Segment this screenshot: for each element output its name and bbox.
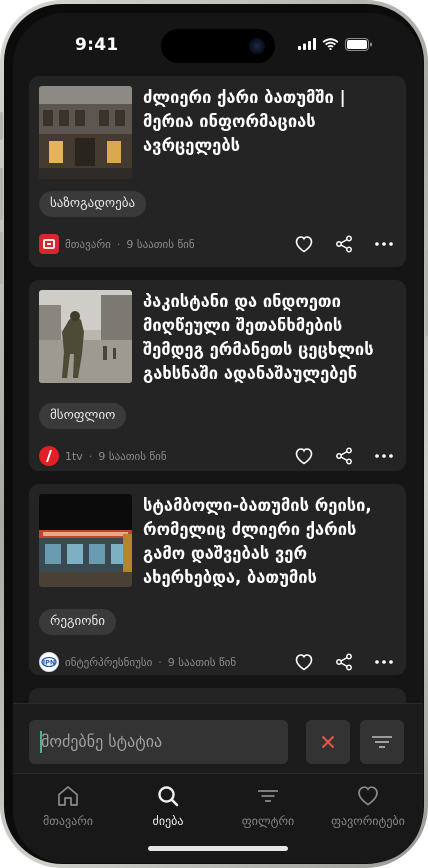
category-chip[interactable]: მსოფლიო [39, 403, 127, 429]
article-source[interactable]: 1tv · 9 საათის წინ [39, 446, 167, 466]
time-ago: 9 საათის წინ [98, 449, 167, 463]
share-icon [336, 235, 352, 253]
share-button[interactable] [334, 446, 354, 466]
share-button[interactable] [334, 652, 354, 672]
article-source[interactable]: IPN ინტერპრესნიუსი · 9 საათის წინ [39, 652, 236, 672]
more-button[interactable] [374, 446, 394, 466]
search-input[interactable]: მოძებნე სტატია [29, 720, 288, 764]
tab-label: ფილტრი [241, 814, 295, 828]
tab-home[interactable]: მთავარი [18, 784, 118, 828]
more-icon [375, 242, 393, 246]
tab-search[interactable]: ძიება [118, 784, 218, 828]
time-ago: 9 საათის წინ [167, 655, 237, 669]
sort-filter-button[interactable] [360, 720, 404, 764]
source-logo-icon: IPN [39, 652, 59, 672]
more-button[interactable] [374, 652, 394, 672]
search-bar: მოძებნე სტატია [13, 703, 423, 773]
share-icon [336, 653, 352, 671]
tab-label: ფავორიტები [331, 814, 405, 828]
article-title[interactable]: პაკისტანი და ინდოეთი მიღწეული შეთანხმები… [143, 290, 393, 386]
favorite-button[interactable] [294, 446, 314, 466]
heart-icon [295, 448, 313, 465]
tab-label: ძიება [152, 814, 184, 828]
wifi-icon [322, 38, 339, 50]
article-actions [294, 234, 394, 254]
screen: 9:41 ძლიერი ქარი ბათუმში | მერია ინფორმა… [13, 13, 423, 863]
airport-photo-image [39, 494, 132, 587]
camera-icon [249, 38, 265, 54]
article-card[interactable]: ძლიერი ქარი ბათუმში | მერია ინფორმაციას … [29, 76, 406, 267]
battery-icon [345, 37, 372, 51]
article-title[interactable]: სტამბოლი-ბათუმის რეისი, რომელიც ძლიერი ქ… [143, 494, 393, 590]
share-icon [336, 447, 352, 465]
more-icon [375, 454, 393, 458]
clear-search-button[interactable] [306, 720, 350, 764]
separator-dot: · [158, 655, 162, 669]
filter-lines-icon [372, 736, 392, 748]
heart-icon [295, 236, 313, 253]
close-icon [321, 735, 335, 749]
bezel: 9:41 ძლიერი ქარი ბათუმში | მერია ინფორმა… [4, 4, 424, 864]
article-thumbnail [39, 86, 132, 179]
action-button [0, 112, 3, 140]
favorite-button[interactable] [294, 234, 314, 254]
tab-label: მთავარი [43, 814, 93, 828]
source-logo-icon [39, 446, 59, 466]
more-icon [375, 660, 393, 664]
source-name: მთავარი [65, 237, 111, 251]
volume-down-button [0, 232, 3, 284]
tab-filter[interactable]: ფილტრი [218, 784, 318, 828]
more-button[interactable] [374, 234, 394, 254]
filter-icon [258, 790, 278, 802]
heart-icon [358, 786, 378, 806]
building-photo-image [39, 86, 132, 179]
source-logo-icon [39, 234, 59, 254]
status-time: 9:41 [75, 35, 119, 55]
article-thumbnail [39, 290, 132, 383]
separator-dot: · [116, 237, 121, 251]
article-actions [294, 652, 394, 672]
article-source[interactable]: მთავარი · 9 საათის წინ [39, 234, 195, 254]
separator-dot: · [88, 449, 93, 463]
favorite-button[interactable] [294, 652, 314, 672]
volume-up-button [0, 168, 3, 220]
heart-icon [295, 654, 313, 671]
status-icons [298, 37, 373, 51]
signal-icon [298, 38, 316, 50]
share-button[interactable] [334, 234, 354, 254]
search-placeholder: მოძებნე სტატია [41, 732, 163, 751]
article-card[interactable]: პაკისტანი და ინდოეთი მიღწეული შეთანხმები… [29, 280, 406, 471]
article-title[interactable]: ძლიერი ქარი ბათუმში | მერია ინფორმაციას … [143, 86, 393, 158]
time-ago: 9 საათის წინ [126, 237, 195, 251]
source-name: 1tv [65, 449, 83, 463]
home-icon [58, 786, 78, 806]
home-indicator[interactable] [148, 846, 288, 851]
article-card[interactable]: სტამბოლი-ბათუმის რეისი, რომელიც ძლიერი ქ… [29, 484, 406, 675]
phone-frame: 9:41 ძლიერი ქარი ბათუმში | მერია ინფორმა… [0, 0, 428, 868]
source-name: ინტერპრესნიუსი [65, 655, 153, 669]
soldier-photo-image [39, 290, 132, 383]
article-thumbnail [39, 494, 132, 587]
tab-favorites[interactable]: ფავორიტები [318, 784, 418, 828]
category-chip[interactable]: საზოგადოება [39, 191, 147, 217]
svg-text:IPN: IPN [43, 658, 56, 666]
search-icon [158, 786, 179, 807]
dynamic-island [161, 29, 275, 63]
article-actions [294, 446, 394, 466]
category-chip[interactable]: რეგიონი [39, 609, 116, 635]
